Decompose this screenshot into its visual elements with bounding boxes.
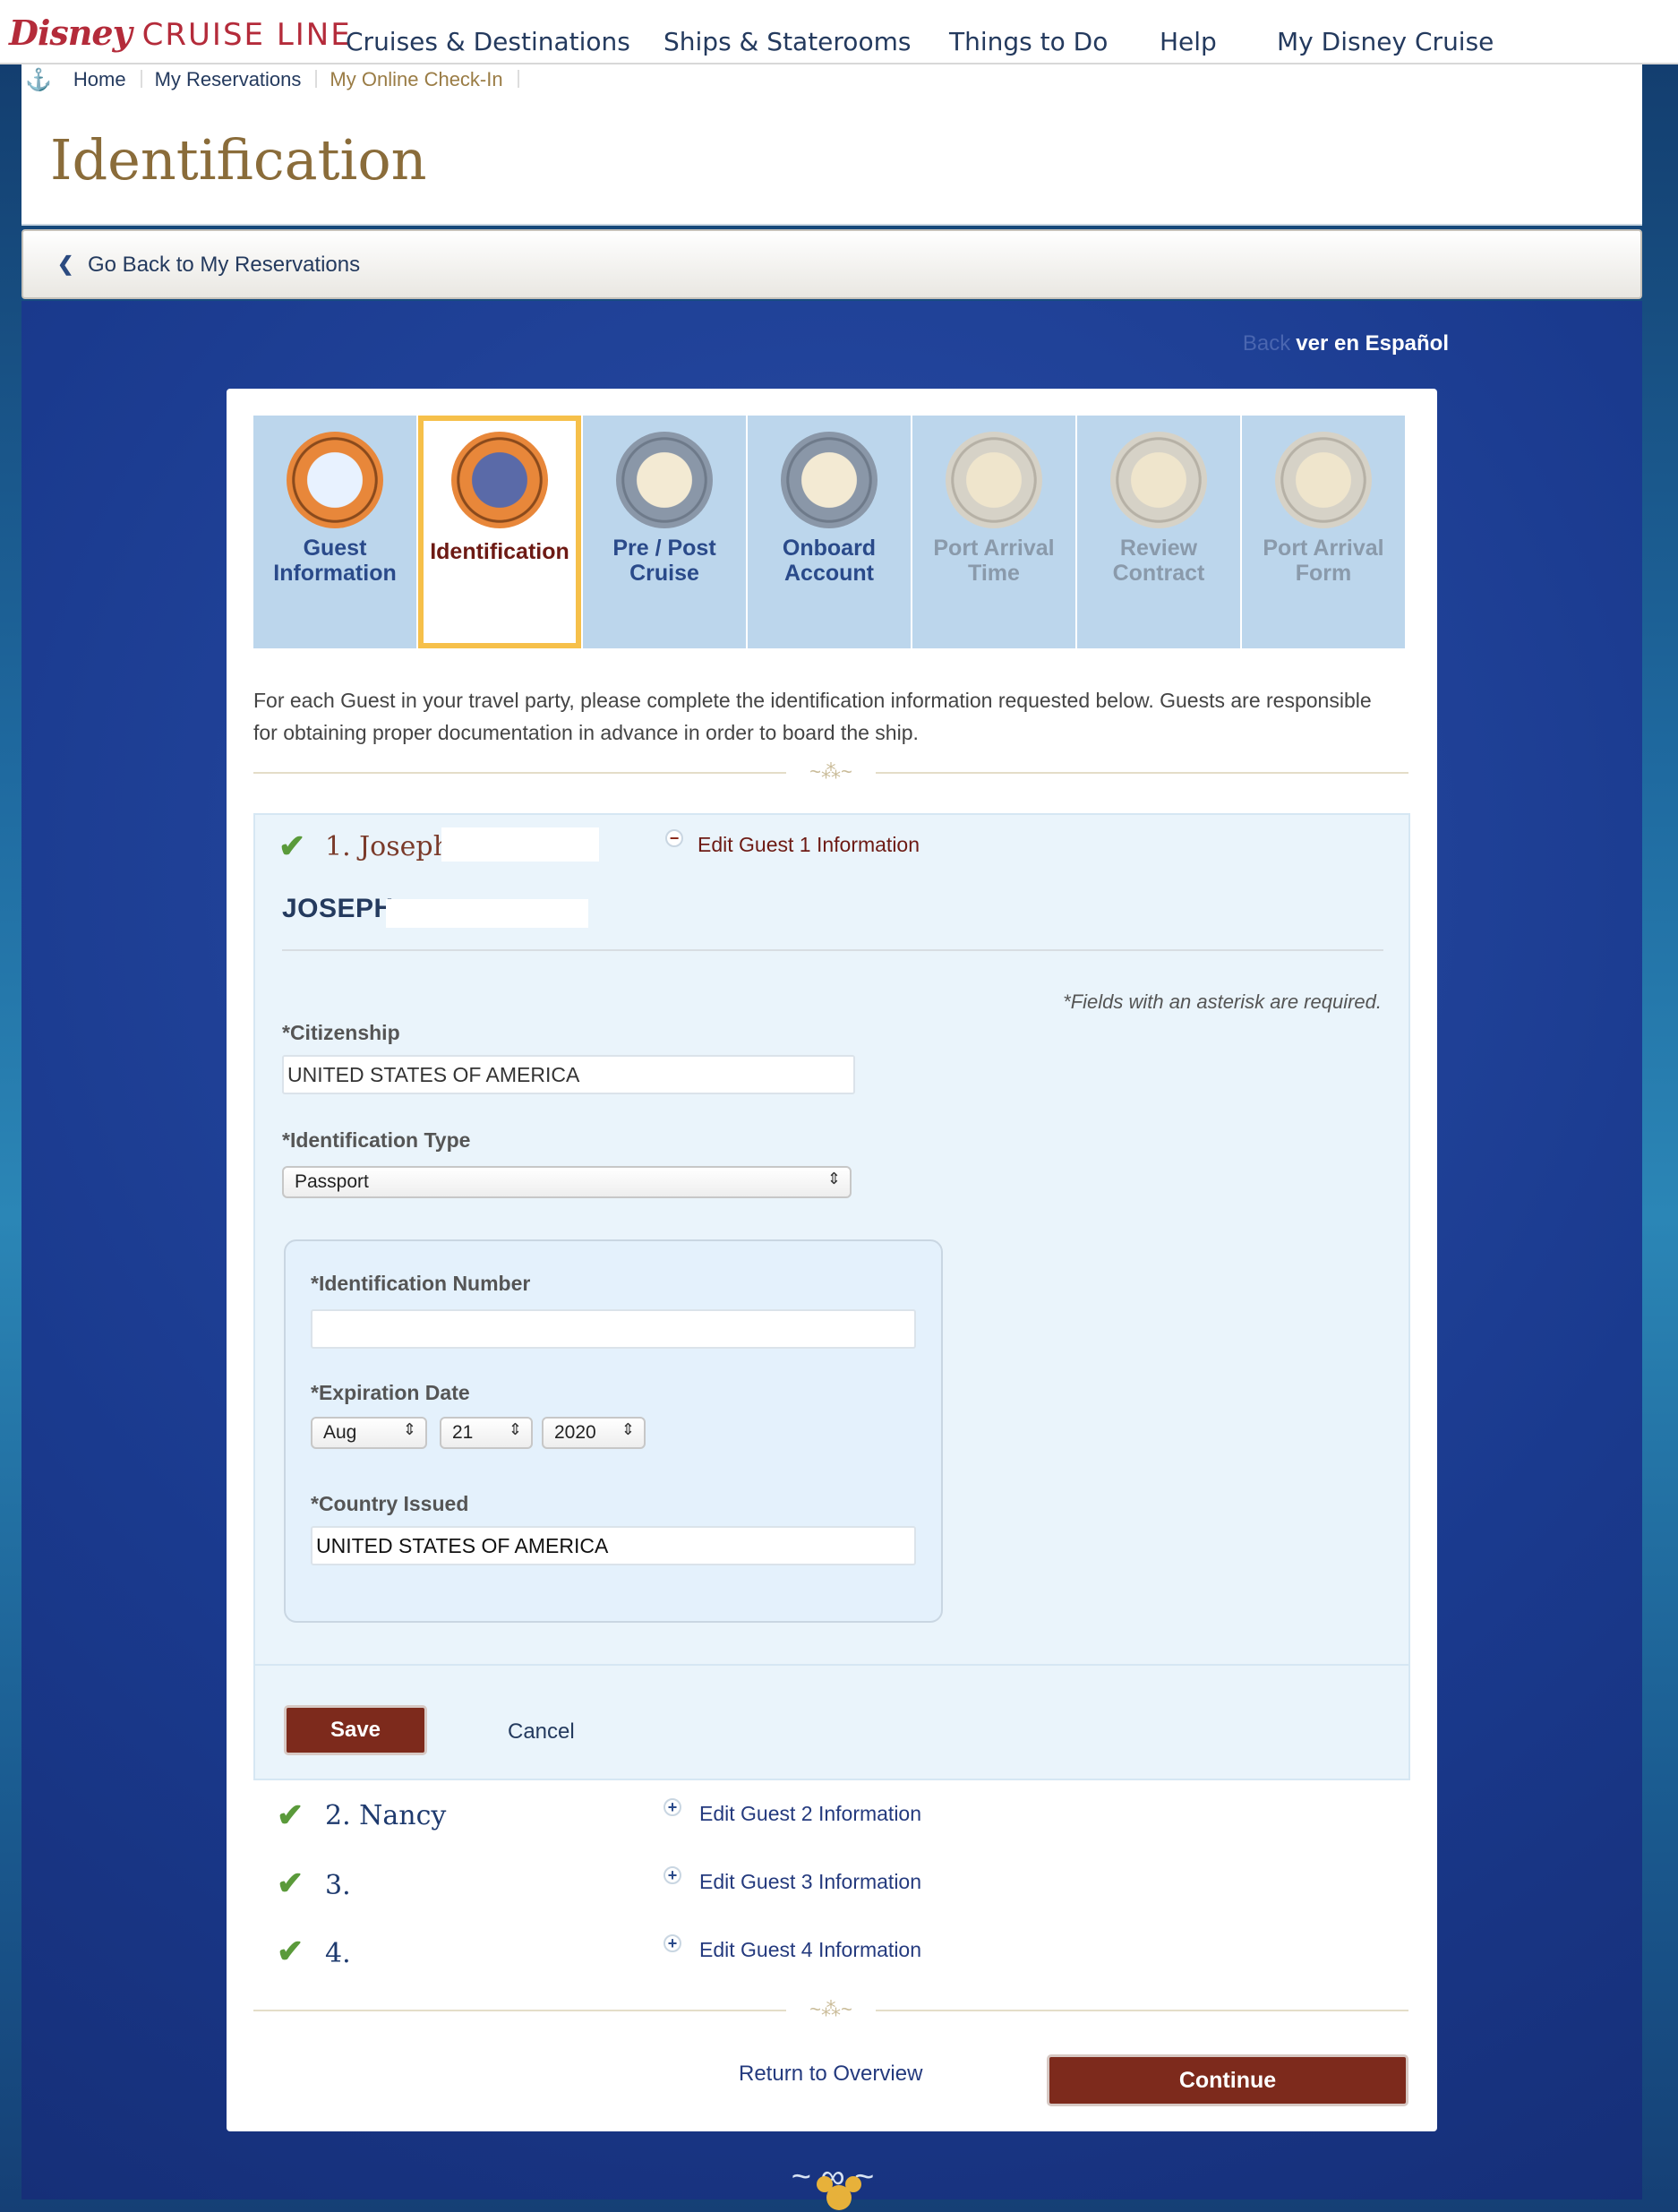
logo-disney-text: Disney	[9, 13, 133, 53]
nav-things-to-do[interactable]: Things to Do	[949, 27, 1108, 56]
disney-cruise-line-logo[interactable]: Disney CRUISE LINE	[9, 13, 352, 56]
redacted-surname	[441, 827, 599, 862]
guest-1-name: 1. Joseph	[325, 831, 450, 862]
step-onboard-account[interactable]: Onboard Account	[748, 416, 911, 648]
breadcrumb-home[interactable]: Home	[64, 68, 146, 91]
nav-help[interactable]: Help	[1160, 27, 1217, 56]
edit-guest-4-link[interactable]: Edit Guest 4 Information	[699, 1938, 921, 1962]
nav-cruises-destinations[interactable]: Cruises & Destinations	[346, 27, 630, 56]
step-label: Onboard Account	[782, 536, 877, 586]
citizenship-field[interactable]: UNITED STATES OF AMERICA	[282, 1055, 855, 1094]
page-title: Identification	[50, 127, 427, 193]
progress-steps: Guest Information Identification Pre / Po…	[253, 416, 1408, 648]
plus-icon[interactable]: +	[663, 1798, 681, 1816]
identification-type-label: *Identification Type	[282, 1128, 471, 1152]
plus-icon[interactable]: +	[663, 1866, 681, 1884]
ornament-divider: ~⁂~	[253, 2000, 1408, 2019]
checkmark-icon: ✔	[277, 1865, 304, 1901]
required-fields-note: *Fields with an asterisk are required.	[1063, 990, 1382, 1013]
spanish-link[interactable]: ver en Español	[1296, 331, 1449, 356]
porthole-character-icon	[616, 432, 713, 528]
step-label: Port Arrival Time	[933, 536, 1055, 586]
scroll-ornament-icon: ~⁂~	[786, 2000, 876, 2019]
nav-ships-staterooms[interactable]: Ships & Staterooms	[663, 27, 911, 56]
step-label: Guest Information	[273, 536, 397, 586]
edit-guest-1-link[interactable]: Edit Guest 1 Information	[698, 833, 920, 857]
logo-cruise-line-text: CRUISE LINE	[141, 17, 352, 53]
checkmark-icon: ✔	[278, 827, 306, 864]
divider	[282, 949, 1383, 951]
guest-2-name: 2. Nancy	[325, 1800, 447, 1831]
go-back-bar: ❮ Go Back to My Reservations	[21, 229, 1642, 299]
guest-4-name: 4.	[325, 1938, 351, 1969]
step-label: Identification	[430, 539, 569, 564]
porthole-stitch-icon	[451, 432, 548, 528]
passport-details-box: *Identification Number *Expiration Date …	[284, 1239, 943, 1623]
identification-number-label: *Identification Number	[311, 1272, 531, 1295]
step-label: Port Arrival Form	[1263, 536, 1384, 586]
chevron-updown-icon: ⇕	[621, 1420, 635, 1438]
porthole-character-icon	[1275, 432, 1372, 528]
step-port-arrival-time: Port Arrival Time	[912, 416, 1075, 648]
step-label: Review Contract	[1112, 536, 1205, 586]
save-button[interactable]: Save	[284, 1705, 427, 1755]
edit-guest-3-link[interactable]: Edit Guest 3 Information	[699, 1870, 921, 1894]
continue-button[interactable]: Continue	[1047, 2054, 1408, 2106]
expiration-year-value: 2020	[554, 1422, 596, 1443]
chevron-updown-icon: ⇕	[508, 1420, 522, 1438]
step-label: Pre / Post Cruise	[612, 536, 716, 586]
chevron-updown-icon: ⇕	[402, 1420, 416, 1438]
expiration-month-select[interactable]: Aug ⇕	[311, 1417, 427, 1449]
porthole-character-icon	[781, 432, 878, 528]
expiration-day-value: 21	[452, 1422, 474, 1443]
identification-type-select[interactable]: Passport ⇕	[282, 1166, 852, 1198]
step-identification[interactable]: Identification	[418, 416, 581, 648]
step-guest-information[interactable]: Guest Information	[253, 416, 416, 648]
porthole-donald-icon	[287, 432, 383, 528]
redacted-full-name	[386, 899, 588, 928]
step-pre-post-cruise[interactable]: Pre / Post Cruise	[583, 416, 746, 648]
language-switch: Back ver en Español	[1243, 331, 1449, 356]
guest-1-full-name: JOSEPH	[282, 894, 394, 923]
citizenship-label: *Citizenship	[282, 1021, 400, 1044]
step-review-contract: Review Contract	[1077, 416, 1240, 648]
check-in-card: Guest Information Identification Pre / Po…	[227, 389, 1437, 2131]
scroll-ornament-icon: ~⁂~	[786, 762, 876, 782]
porthole-character-icon	[1110, 432, 1207, 528]
expiration-year-select[interactable]: 2020 ⇕	[542, 1417, 646, 1449]
identification-type-value: Passport	[295, 1171, 369, 1192]
country-issued-field[interactable]: UNITED STATES OF AMERICA	[311, 1526, 916, 1565]
guest-3-name: 3.	[325, 1870, 351, 1901]
expiration-day-select[interactable]: 21 ⇕	[440, 1417, 533, 1449]
top-navigation: Disney CRUISE LINE Cruises & Destination…	[0, 0, 1678, 64]
cancel-link[interactable]: Cancel	[508, 1719, 575, 1745]
chevron-updown-icon: ⇕	[826, 1170, 841, 1187]
plus-icon[interactable]: +	[663, 1934, 681, 1952]
nav-my-disney-cruise[interactable]: My Disney Cruise	[1277, 27, 1494, 56]
divider	[255, 1664, 1408, 1666]
faded-back-text: Back	[1242, 331, 1291, 356]
chevron-left-icon: ❮	[57, 253, 74, 275]
edit-guest-2-link[interactable]: Edit Guest 2 Information	[699, 1802, 921, 1826]
checkmark-icon: ✔	[277, 1933, 304, 1969]
breadcrumb-my-reservations[interactable]: My Reservations	[146, 68, 321, 91]
expiration-month-value: Aug	[323, 1422, 357, 1443]
minus-icon[interactable]: −	[665, 829, 683, 847]
page-header: ⚓ Home My Reservations My Online Check-I…	[21, 64, 1642, 226]
expiration-date-label: *Expiration Date	[311, 1381, 470, 1404]
mickey-icon	[817, 2176, 861, 2212]
intro-text: For each Guest in your travel party, ple…	[253, 689, 1372, 744]
guest-1-panel: ✔ 1. Joseph − Edit Guest 1 Information J…	[253, 813, 1410, 1780]
porthole-character-icon	[946, 432, 1042, 528]
identification-number-field[interactable]	[311, 1309, 916, 1349]
country-issued-label: *Country Issued	[311, 1492, 469, 1515]
ornament-divider: ~⁂~	[253, 762, 1408, 782]
anchor-icon: ⚓	[25, 67, 52, 92]
step-port-arrival-form: Port Arrival Form	[1242, 416, 1405, 648]
return-to-overview-link[interactable]: Return to Overview	[739, 2062, 922, 2087]
checkmark-icon: ✔	[277, 1796, 304, 1833]
go-back-link[interactable]: Go Back to My Reservations	[88, 253, 360, 278]
breadcrumb: ⚓ Home My Reservations My Online Check-I…	[21, 64, 523, 95]
breadcrumb-online-check-in: My Online Check-In	[321, 68, 522, 91]
